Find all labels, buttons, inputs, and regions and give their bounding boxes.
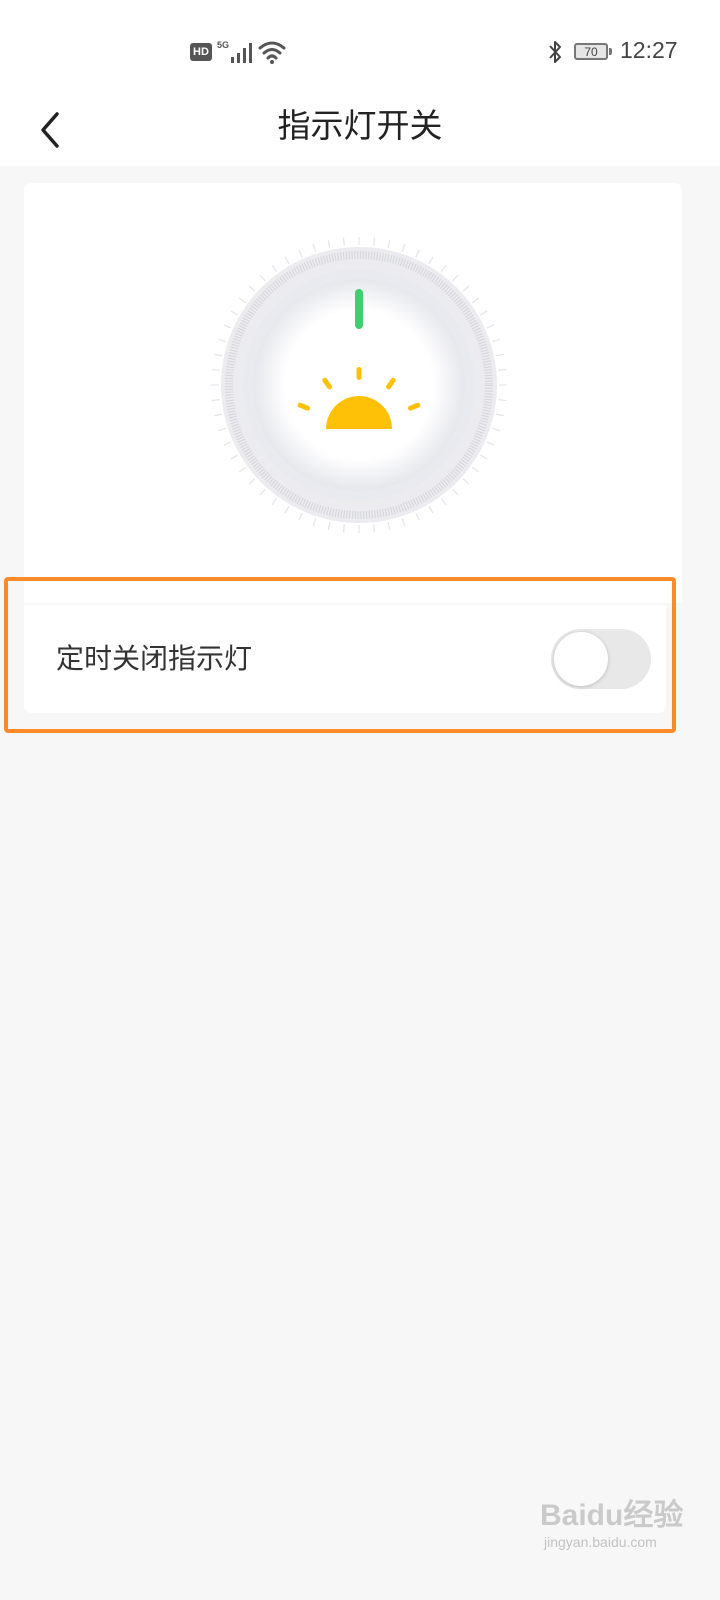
network-type-label: 5G xyxy=(217,40,230,50)
timed-off-toggle[interactable] xyxy=(551,629,651,689)
indicator-card xyxy=(24,183,682,603)
dial-tick xyxy=(415,249,420,258)
dial-tick xyxy=(218,338,227,343)
dial-tick xyxy=(223,324,232,329)
dial-tick xyxy=(284,505,290,514)
dial-tick xyxy=(471,297,480,304)
dial-tick xyxy=(230,454,239,460)
dial-tick xyxy=(230,310,239,316)
dial-tick xyxy=(479,310,488,316)
dial-tick xyxy=(211,399,220,402)
dial-tick xyxy=(373,524,376,533)
app-header: 指示灯开关 xyxy=(0,90,720,166)
dial-tick xyxy=(401,244,406,253)
dial-tick xyxy=(259,488,266,496)
toggle-knob xyxy=(554,632,608,686)
battery-icon: 70 xyxy=(574,43,608,60)
dial-tick xyxy=(440,264,447,273)
dial-tick xyxy=(491,338,500,343)
dial-tick xyxy=(342,237,345,246)
power-indicator-bar xyxy=(355,289,363,329)
dial-tick xyxy=(495,353,504,357)
hd-badge: HD xyxy=(190,43,212,61)
chevron-left-icon xyxy=(41,112,59,148)
dial-tick xyxy=(342,524,345,533)
dial-tick xyxy=(452,488,459,496)
dial-tick xyxy=(327,240,331,249)
dial-tick xyxy=(440,497,447,506)
dial-tick xyxy=(498,368,507,371)
status-bar: HD 5G 70 12:27 xyxy=(0,0,720,90)
watermark-url: jingyan.baidu.com xyxy=(544,1534,657,1550)
dial-tick xyxy=(271,264,278,273)
dial-tick xyxy=(491,427,500,432)
dial-tick xyxy=(259,274,266,282)
watermark: Baidu经验 jingyan.baidu.com xyxy=(540,1490,690,1570)
indicator-dial[interactable] xyxy=(209,235,509,535)
page-title: 指示灯开关 xyxy=(277,106,443,145)
timed-off-label: 定时关闭指示灯 xyxy=(56,642,253,675)
dial-tick xyxy=(238,466,247,473)
dial-tick xyxy=(462,285,470,292)
dial-tick xyxy=(248,478,256,485)
dial-tick xyxy=(312,517,317,526)
watermark-brand: Baidu经验 xyxy=(540,1499,684,1532)
dial-tick xyxy=(471,466,480,473)
dial-tick xyxy=(238,297,247,304)
dial-tick xyxy=(298,512,303,521)
dial-tick xyxy=(486,441,495,446)
dial-tick xyxy=(218,427,227,432)
dial-tick xyxy=(373,237,376,246)
dial-tick xyxy=(284,256,290,265)
dial-tick xyxy=(214,413,223,417)
bluetooth-icon xyxy=(549,41,561,63)
battery-tip xyxy=(609,48,612,55)
dial-tick xyxy=(387,521,391,530)
dial-tick xyxy=(479,454,488,460)
dial-tick xyxy=(495,413,504,417)
dial-tick xyxy=(327,521,331,530)
dial-tick xyxy=(248,285,256,292)
dial-tick xyxy=(298,249,303,258)
dial-tick xyxy=(271,497,278,506)
dial-tick xyxy=(462,478,470,485)
dial-tick xyxy=(498,399,507,402)
dial-tick xyxy=(211,368,220,371)
back-button[interactable] xyxy=(24,104,76,156)
dial-tick xyxy=(452,274,459,282)
signal-icon xyxy=(231,43,252,63)
dial-tick xyxy=(415,512,420,521)
dial-tick xyxy=(387,240,391,249)
dial-tick xyxy=(428,505,434,514)
clock: 12:27 xyxy=(620,37,678,63)
dial-tick xyxy=(312,244,317,253)
wifi-icon xyxy=(258,41,286,64)
dial-tick xyxy=(401,517,406,526)
dial-tick xyxy=(428,256,434,265)
dial-tick xyxy=(223,441,232,446)
dial-tick xyxy=(214,353,223,357)
timed-off-setting-row[interactable]: 定时关闭指示灯 xyxy=(24,605,666,713)
dial-tick xyxy=(486,324,495,329)
